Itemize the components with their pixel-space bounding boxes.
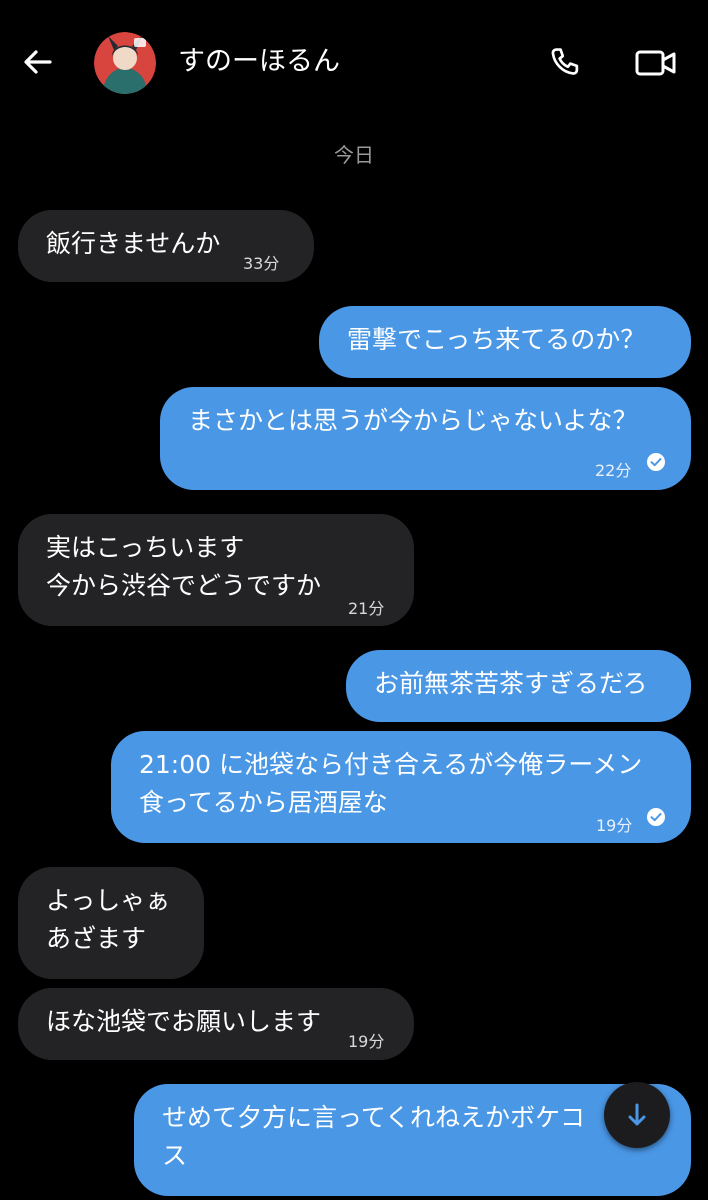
incoming-message[interactable]: よっしゃぁ あざます	[18, 867, 204, 979]
chat-header: すのーほるん	[0, 0, 708, 125]
outgoing-message[interactable]: お前無茶苦茶すぎるだろ	[346, 650, 691, 722]
message-text: 21:00 に池袋なら付き合えるが今俺ラーメン	[139, 750, 643, 779]
incoming-message[interactable]: 実はこっちいます 今から渋谷でどうですか 21分	[18, 514, 414, 626]
message-text: ほな池袋でお願いします	[46, 1007, 322, 1036]
message-time: 21分	[348, 599, 385, 618]
arrow-down-icon	[628, 1103, 646, 1126]
scroll-to-bottom-button[interactable]	[604, 1082, 670, 1148]
message-text: 実はこっちいます	[46, 533, 245, 562]
message-time: 33分	[243, 254, 280, 273]
video-call-button[interactable]	[628, 38, 684, 88]
outgoing-message[interactable]: まさかとは思うが今からじゃないよな？ 22分	[160, 387, 691, 490]
message-text: あざます	[46, 924, 147, 953]
date-separator: 今日	[334, 143, 374, 167]
video-camera-icon	[635, 50, 676, 76]
message-text: お前無茶苦茶すぎるだろ	[374, 669, 648, 698]
message-text: ス	[162, 1141, 188, 1170]
phone-icon	[551, 48, 579, 75]
arrow-left-icon	[24, 50, 52, 74]
message-text: せめて夕方に言ってくれねえかボケコ	[162, 1103, 586, 1132]
message-text: 今から渋谷でどうですか	[46, 571, 322, 600]
message-time: 22分	[595, 461, 632, 480]
contact-name[interactable]: すのーほるん	[178, 44, 340, 80]
message-time: 19分	[596, 816, 633, 835]
read-receipt-icon	[647, 808, 665, 826]
back-button[interactable]	[16, 40, 60, 84]
incoming-message[interactable]: 飯行きませんか 33分	[18, 210, 314, 282]
message-text: 雷撃でこっち来てるのか？	[347, 325, 646, 354]
read-receipt-icon	[647, 453, 665, 471]
contact-avatar[interactable]	[94, 32, 156, 94]
outgoing-message[interactable]: 21:00 に池袋なら付き合えるが今俺ラーメン 食ってるから居酒屋な 19分	[111, 731, 691, 843]
message-text: 食ってるから居酒屋な	[139, 788, 388, 817]
message-time: 19分	[348, 1032, 385, 1051]
incoming-message[interactable]: ほな池袋でお願いします 19分	[18, 988, 414, 1060]
message-text: まさかとは思うが今からじゃないよな？	[188, 406, 638, 435]
voice-call-button[interactable]	[540, 38, 590, 88]
avatar-image	[94, 32, 156, 94]
outgoing-message[interactable]: 雷撃でこっち来てるのか？	[319, 306, 691, 378]
message-text: よっしゃぁ	[46, 886, 171, 915]
